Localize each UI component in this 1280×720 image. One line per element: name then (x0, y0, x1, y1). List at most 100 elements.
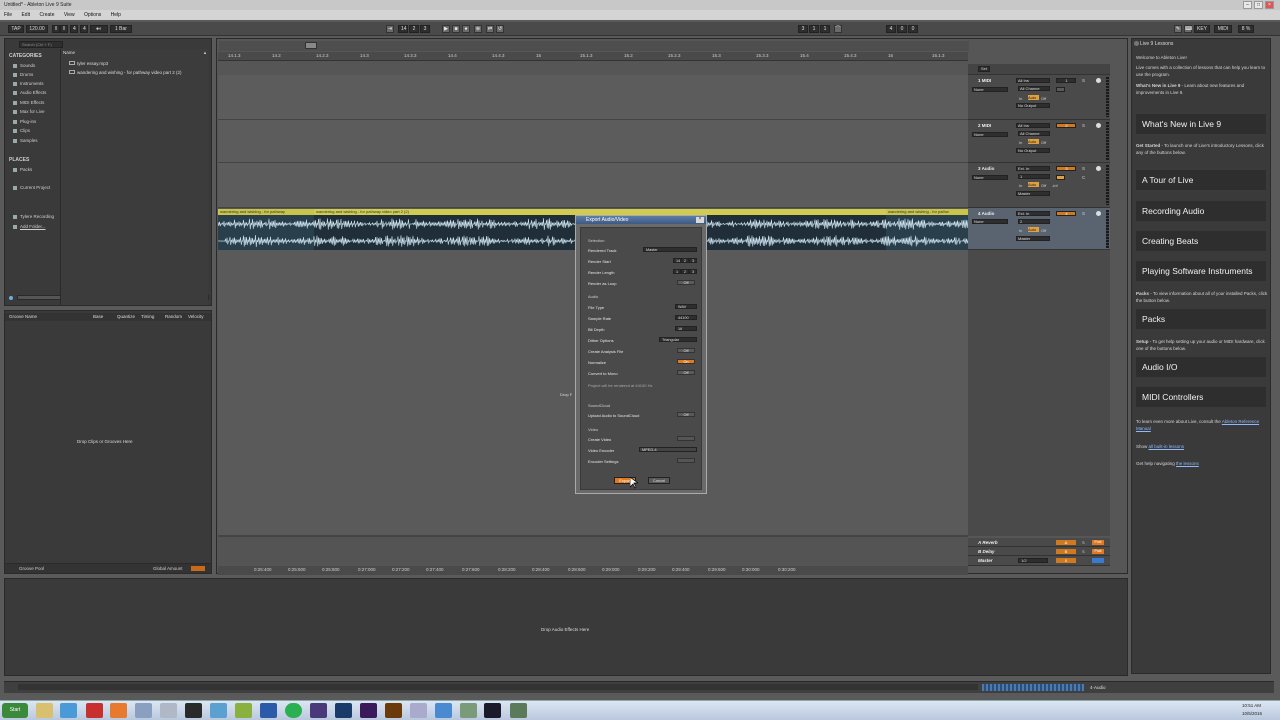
place-packs[interactable]: Packs (13, 167, 32, 172)
time-sig-denominator[interactable]: 4 (80, 25, 88, 33)
loop-start-sixteenth[interactable]: 1 (820, 25, 830, 33)
encoder-settings-button[interactable] (677, 458, 695, 463)
tap-button[interactable]: TAP (8, 25, 24, 33)
spotify-icon[interactable] (285, 703, 302, 718)
monitor-in[interactable]: In (1019, 140, 1022, 145)
place-tylere-recording[interactable]: Tylere Recording (13, 214, 54, 219)
track-header-4[interactable]: 4 Audio None Ext. In 2 In Auto Off Maste… (968, 208, 1110, 250)
input-channel-select[interactable]: All Channe (1018, 86, 1050, 91)
analysis-toggle[interactable]: Off (677, 348, 695, 353)
arm-button[interactable] (1096, 78, 1101, 83)
name-column-header[interactable]: Name (63, 50, 75, 55)
menu-file[interactable]: File (4, 12, 12, 18)
track-activator[interactable]: 0 (1056, 558, 1076, 563)
category-max-for-live[interactable]: Max for Live (13, 109, 45, 114)
encoder-select[interactable]: MPEG-4 (639, 447, 697, 452)
post-button[interactable]: Post (1092, 549, 1104, 554)
app-icon[interactable] (86, 703, 103, 718)
all-lessons-link[interactable]: all built-in lessons (1149, 444, 1185, 449)
monitor-auto[interactable]: Auto (1028, 227, 1039, 232)
menu-view[interactable]: View (64, 12, 75, 18)
track-activator[interactable]: 2 (1056, 123, 1076, 128)
midi-from-select[interactable]: None (972, 87, 1008, 92)
word-icon[interactable] (260, 703, 277, 718)
master-track[interactable]: Master 1/2 0 (968, 556, 1110, 566)
after-effects-icon[interactable] (310, 703, 327, 718)
lessons-link[interactable]: the lessons (1176, 461, 1199, 466)
monitor-in[interactable]: In (1019, 228, 1022, 233)
dialog-title-bar[interactable]: Export Audio/Video × (576, 216, 706, 224)
category-samples[interactable]: Samples (13, 138, 38, 143)
chrome-icon[interactable] (60, 703, 77, 718)
draw-mode-button[interactable]: ✎ (1174, 25, 1182, 33)
cancel-button[interactable]: Cancel (648, 477, 670, 484)
track-lane-1[interactable] (218, 75, 968, 120)
track-lane-2[interactable] (218, 120, 968, 163)
dialog-close-icon[interactable]: × (696, 217, 704, 223)
add-folder-link[interactable]: Add Folder... (13, 224, 46, 229)
normalize-toggle[interactable]: On (677, 359, 695, 364)
maximize-button[interactable]: □ (1254, 1, 1263, 9)
key-map-button[interactable]: KEY (1194, 25, 1210, 33)
track-header-2[interactable]: 2 MIDI None All Ins All Channe In Auto O… (968, 120, 1110, 163)
track-activator[interactable]: 3 (1056, 166, 1076, 171)
monitor-off[interactable]: Off (1041, 96, 1046, 101)
reenable-automation-button[interactable]: ↺ (496, 25, 504, 33)
render-start-beat[interactable]: 2 (681, 258, 689, 263)
tool-icon[interactable] (135, 703, 152, 718)
bit-depth-select[interactable]: 16 (675, 326, 697, 331)
groove-random-header[interactable]: Random (165, 314, 182, 319)
track-name[interactable]: B Delay (978, 549, 995, 554)
metronome-button[interactable]: ●◐ (90, 25, 108, 33)
render-length-beat[interactable]: 2 (681, 269, 689, 274)
global-amount-slider[interactable] (191, 566, 205, 571)
track-lane-3[interactable] (218, 163, 968, 208)
category-audio-effects[interactable]: Audio Effects (13, 90, 46, 95)
midi-from-select[interactable]: None (972, 132, 1008, 137)
firefox-icon[interactable] (110, 703, 127, 718)
groove-quantize-header[interactable]: Quantize (117, 314, 135, 319)
cue-button[interactable] (1092, 558, 1104, 563)
track-name[interactable]: 4 Audio (978, 211, 994, 216)
file-type-select[interactable]: WAV (675, 304, 697, 309)
lesson-software-instruments-button[interactable]: Playing Software Instruments (1136, 261, 1266, 281)
groove-velocity-header[interactable]: Velocity (188, 314, 204, 319)
loop-length-sixteenth[interactable]: 0 (908, 25, 918, 33)
render-loop-toggle[interactable]: Off (677, 280, 695, 285)
category-clips[interactable]: Clips (13, 128, 30, 133)
create-video-toggle[interactable] (677, 436, 695, 441)
premiere-icon[interactable] (360, 703, 377, 718)
close-button[interactable]: × (1265, 1, 1274, 9)
follow-button[interactable]: ⇥ (386, 25, 394, 33)
render-start-bar[interactable]: 14 (673, 258, 681, 263)
photoshop-icon[interactable] (335, 703, 352, 718)
track-activator[interactable]: B (1056, 549, 1076, 554)
automation-arm-button[interactable]: ⇄ (486, 25, 494, 33)
tempo-field[interactable]: 120.00 (26, 25, 48, 33)
arm-button[interactable] (1096, 166, 1101, 171)
arm-button[interactable] (1096, 123, 1101, 128)
post-button[interactable]: Post (1092, 540, 1104, 545)
category-plug-ins[interactable]: Plug-ins (13, 119, 36, 124)
monitor-auto[interactable]: Auto (1028, 182, 1039, 187)
monitor-off[interactable]: Off (1041, 228, 1046, 233)
set-button[interactable]: Set (978, 66, 990, 72)
beat-ruler[interactable]: 14.1.3 14.2 14.2.3 14.3 14.3.3 14.4 14.4… (218, 52, 968, 61)
track-name[interactable]: 1 MIDI (978, 78, 991, 83)
overview-viewport[interactable] (305, 42, 317, 49)
output-select[interactable]: Master (1016, 236, 1050, 241)
quantize-menu[interactable]: 1 Bar (110, 25, 132, 33)
loop-length-beat[interactable]: 0 (897, 25, 907, 33)
master-output-select[interactable]: 1/2 (1018, 558, 1048, 563)
monitor-off[interactable]: Off (1041, 140, 1046, 145)
input-channel-select[interactable]: All Channe (1018, 131, 1050, 136)
loop-length-bar[interactable]: 4 (886, 25, 896, 33)
pos-beat[interactable]: 2 (409, 25, 419, 33)
lesson-packs-button[interactable]: Packs (1136, 309, 1266, 329)
groove-timing-header[interactable]: Timing (141, 314, 154, 319)
sort-icon[interactable]: ▲ (203, 50, 207, 55)
monitor-off[interactable]: Off (1041, 183, 1046, 188)
category-sounds[interactable]: Sounds (13, 63, 35, 68)
track-header-3[interactable]: 3 Audio None Ext. In 1 In Auto Off -inf … (968, 163, 1110, 208)
pan-field[interactable] (1056, 175, 1065, 180)
